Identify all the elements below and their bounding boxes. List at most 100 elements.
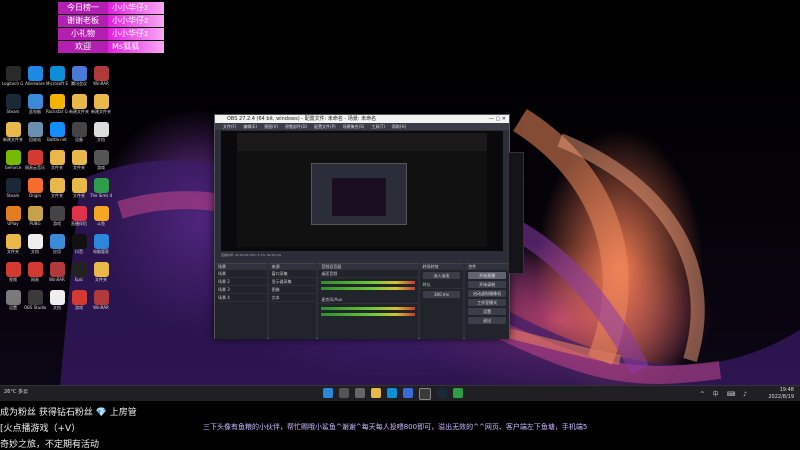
weather-widget[interactable]: 26°C 多云 bbox=[4, 388, 28, 395]
desktop-icon[interactable]: Alienware bbox=[24, 66, 46, 86]
source-item[interactable]: 图像 bbox=[268, 286, 317, 294]
desktop-icon[interactable]: 抖音 bbox=[68, 234, 90, 254]
desktop-icon[interactable]: Battle.net bbox=[46, 122, 68, 142]
desktop-icon[interactable]: 文档 bbox=[90, 122, 112, 142]
desktop-icon-label: OBS Studio bbox=[24, 305, 46, 310]
desktop-icon[interactable]: 文件夹 bbox=[90, 262, 112, 282]
start-icon[interactable] bbox=[323, 388, 333, 398]
source-item[interactable]: 文本 bbox=[268, 294, 317, 302]
desktop-icon[interactable]: 新建文件夹 bbox=[90, 94, 112, 114]
obs-taskbar-icon[interactable] bbox=[419, 388, 431, 400]
desktop-icon[interactable]: Rockstar Games bbox=[46, 94, 68, 114]
desktop-icon[interactable]: Origin bbox=[24, 178, 46, 198]
desktop-icon[interactable]: 文件夹 bbox=[68, 178, 90, 198]
desktop-icon[interactable]: 视频 bbox=[2, 262, 24, 282]
file-explorer-icon[interactable] bbox=[371, 388, 381, 398]
desktop-icon[interactable]: 游戏 bbox=[68, 290, 90, 310]
obs-menu-item[interactable]: 停靠部件(D) bbox=[285, 124, 307, 129]
desktop-icon[interactable]: The Sims 4 bbox=[90, 178, 112, 198]
obs-window[interactable]: OBS 27.2.4 (64 bit, windows) - 配置文件: 未命名… bbox=[214, 114, 510, 339]
desktop-icon[interactable]: 新建文件夹 bbox=[68, 94, 90, 114]
desktop-icon[interactable]: Steam bbox=[2, 178, 24, 198]
side-panel[interactable] bbox=[508, 152, 524, 274]
scene-item[interactable]: 场景 bbox=[215, 270, 267, 278]
audio-mixer-dock[interactable]: 音频混音器 桌面音频 麦克风/Aux bbox=[318, 263, 418, 339]
desktop-icon[interactable]: 文件夹 bbox=[46, 150, 68, 170]
search-icon[interactable] bbox=[339, 388, 349, 398]
desktop-icon[interactable]: Steam bbox=[2, 94, 24, 114]
desktop-icon[interactable]: 直播伴侣 bbox=[68, 206, 90, 226]
settings-button[interactable]: 设置 bbox=[468, 308, 506, 315]
obs-menu-bar[interactable]: 文件(F) 编辑(E) 视图(V) 停靠部件(D) 配置文件(P) 场景集合(S) 工具(T… bbox=[215, 123, 509, 130]
obs-preview[interactable] bbox=[221, 131, 503, 251]
window-controls[interactable]: — ▢ ✕ bbox=[489, 115, 506, 123]
scenes-dock[interactable]: 场景 场景 场景 2 场景 3 场景 4 bbox=[215, 263, 267, 339]
desktop[interactable]: Logitech G HUBAlienwareMicrosoft Edge腾讯会… bbox=[0, 60, 800, 385]
source-item[interactable]: 显示器采集 bbox=[268, 278, 317, 286]
obs-title-bar[interactable]: OBS 27.2.4 (64 bit, windows) - 配置文件: 未命名… bbox=[215, 115, 509, 123]
desktop-icon[interactable]: UPlay bbox=[2, 206, 24, 226]
obs-menu-item[interactable]: 视图(V) bbox=[264, 124, 278, 129]
desktop-icon[interactable]: 斗鱼 bbox=[90, 206, 112, 226]
obs-menu-item[interactable]: 工具(T) bbox=[371, 124, 385, 129]
desktop-icon[interactable]: Microsoft Edge bbox=[46, 66, 68, 86]
desktop-icon[interactable]: 网易 bbox=[24, 262, 46, 282]
desktop-icon[interactable]: Epic bbox=[68, 262, 90, 282]
start-recording-button[interactable]: 开始录制 bbox=[468, 281, 506, 288]
edge-icon[interactable] bbox=[387, 388, 397, 398]
desktop-icon[interactable]: GeForce bbox=[2, 150, 24, 170]
desktop-icon[interactable]: 网易云音乐 bbox=[24, 150, 46, 170]
studio-mode-button[interactable]: 工作室模式 bbox=[468, 299, 506, 306]
desktop-icon[interactable]: 设置 bbox=[2, 290, 24, 310]
virtual-camera-button[interactable]: 启动虚拟摄像机 bbox=[468, 290, 506, 297]
desktop-icon-label: WinRAR bbox=[93, 305, 109, 310]
obs-title: OBS 27.2.4 (64 bit, windows) - 配置文件: 未命名… bbox=[227, 116, 377, 122]
obs-menu-item[interactable]: 场景集合(S) bbox=[343, 124, 365, 129]
obs-menu-item[interactable]: 文件(F) bbox=[223, 124, 236, 129]
desktop-icon[interactable]: 文档 bbox=[46, 290, 68, 310]
system-tray[interactable]: ^ 中 ⌨ ♪ bbox=[700, 389, 750, 398]
steam-taskbar-icon[interactable] bbox=[437, 388, 447, 398]
sources-dock[interactable]: 来源 窗口采集 显示器采集 图像 文本 bbox=[268, 263, 317, 339]
desktop-icon[interactable]: 文件夹 bbox=[2, 234, 24, 254]
desktop-icon[interactable]: 电脑管家 bbox=[90, 234, 112, 254]
desktop-icon[interactable]: OBS Studio bbox=[24, 290, 46, 310]
transition-select[interactable]: 淡入淡出 bbox=[422, 272, 461, 279]
store-icon[interactable] bbox=[403, 388, 413, 398]
desktop-icon[interactable]: 腾讯会议 bbox=[68, 66, 90, 86]
desktop-icon[interactable]: Logitech G HUB bbox=[2, 66, 24, 86]
taskbar[interactable]: 26°C 多云 ^ 中 ⌨ ♪ 19:48 2022/8/19 bbox=[0, 385, 800, 402]
desktop-icon[interactable]: 新建文件夹 bbox=[2, 122, 24, 142]
scene-item[interactable]: 场景 3 bbox=[215, 286, 267, 294]
exit-button[interactable]: 退出 bbox=[468, 317, 506, 324]
desktop-icon-label: 此电脑 bbox=[29, 109, 41, 114]
desktop-icon[interactable]: PUBG bbox=[24, 206, 46, 226]
desktop-icon[interactable]: WinRAR bbox=[90, 66, 112, 86]
desktop-icon[interactable]: 应用 bbox=[46, 234, 68, 254]
leaderboard-rank: 小礼物 bbox=[58, 28, 108, 40]
desktop-icon[interactable]: 文档 bbox=[24, 234, 46, 254]
desktop-icon[interactable]: 游戏 bbox=[90, 150, 112, 170]
obs-menu-item[interactable]: 配置文件(P) bbox=[314, 124, 336, 129]
controls-dock[interactable]: 控件 开始直播 开始录制 启动虚拟摄像机 工作室模式 设置 退出 bbox=[465, 263, 509, 339]
scene-item[interactable]: 场景 4 bbox=[215, 294, 267, 302]
chat-taskbar-icon[interactable] bbox=[453, 388, 463, 398]
desktop-icon[interactable]: 此电脑 bbox=[24, 94, 46, 114]
source-item[interactable]: 窗口采集 bbox=[268, 270, 317, 278]
start-streaming-button[interactable]: 开始直播 bbox=[468, 272, 506, 279]
obs-menu-item[interactable]: 编辑(E) bbox=[243, 124, 257, 129]
desktop-icon[interactable]: 回收站 bbox=[24, 122, 46, 142]
desktop-icon[interactable]: 文件夹 bbox=[46, 178, 68, 198]
desktop-icon[interactable]: 设备 bbox=[68, 122, 90, 142]
scene-item[interactable]: 场景 2 bbox=[215, 278, 267, 286]
desktop-icon[interactable]: WinRAR bbox=[46, 262, 68, 282]
desktop-icon[interactable]: WinRAR bbox=[90, 290, 112, 310]
duration-field[interactable]: 300 ms bbox=[422, 291, 461, 298]
taskbar-clock[interactable]: 19:48 2022/8/19 bbox=[768, 387, 794, 401]
obs-menu-item[interactable]: 帮助(H) bbox=[392, 124, 406, 129]
desktop-icon[interactable]: 游戏 bbox=[46, 206, 68, 226]
desktop-icon[interactable]: 文件夹 bbox=[68, 150, 90, 170]
task-view-icon[interactable] bbox=[355, 388, 365, 398]
transitions-dock[interactable]: 转场特效 淡入淡出 时长 300 ms bbox=[419, 263, 464, 339]
desktop-icon-label: 新建文件夹 bbox=[69, 109, 89, 114]
